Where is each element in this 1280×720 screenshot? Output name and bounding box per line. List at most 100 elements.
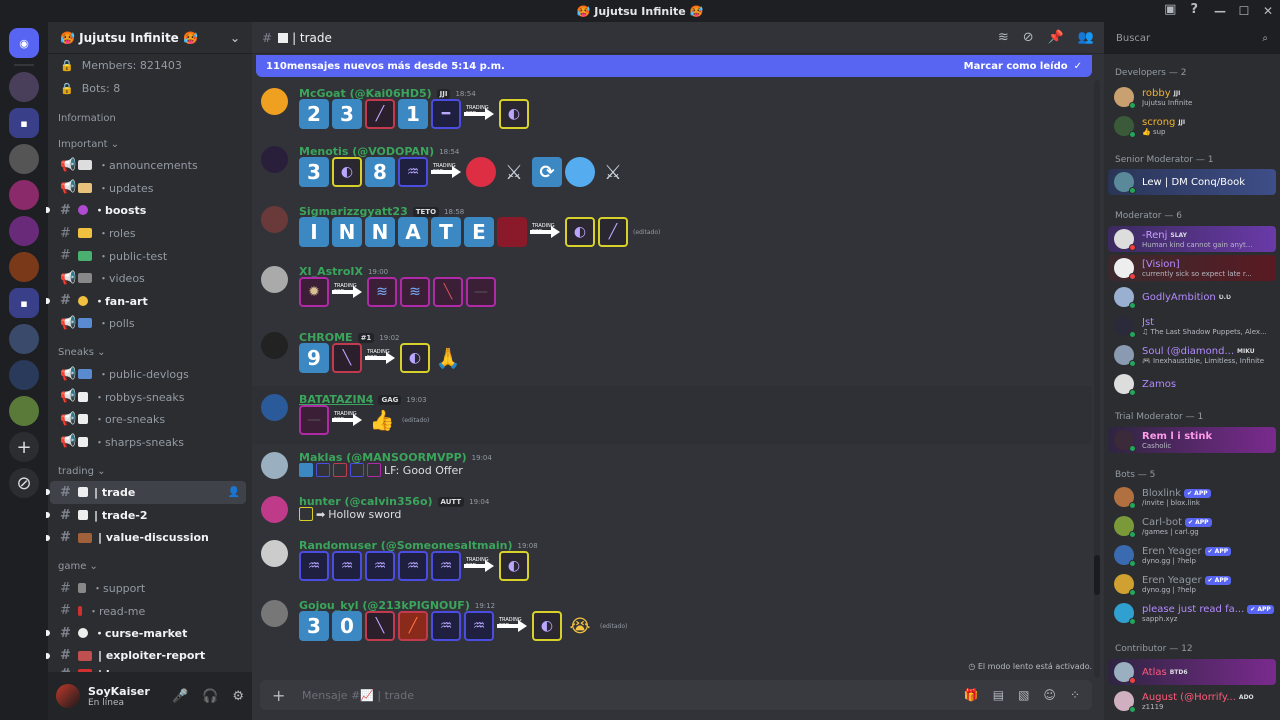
member-item[interactable]: GodlyAmbition Ʋ.Ʋ (1108, 284, 1276, 310)
category-important[interactable]: Important ⌄ (48, 134, 252, 154)
channel-updates[interactable]: 📢 ・updates (50, 177, 246, 200)
member-item[interactable]: Soul (@diamond... MIKU 🎮 Inexhaustible, Li… (1108, 342, 1276, 368)
server-icon-jujutsu[interactable] (9, 252, 39, 282)
search-input[interactable] (1116, 32, 1263, 44)
message[interactable]: Randomuser (@Someonesaltmain) 19:08 ♒ ♒ ♒… (252, 532, 1092, 592)
member-item[interactable]: Bloxlink ✔ APP/invite | blox.link (1108, 484, 1276, 510)
new-messages-bar[interactable]: 110mensajes nuevos más desde 5:14 p.m. M… (256, 55, 1092, 77)
member-item[interactable]: Atlas BTD6 (1108, 659, 1276, 685)
emoji-icon[interactable]: ☺ (1043, 688, 1056, 702)
apps-icon[interactable]: ⁘ (1070, 688, 1080, 702)
server-folder-icon[interactable]: ▪ (9, 108, 39, 138)
inbox-icon[interactable]: ▣ (1164, 2, 1176, 17)
message-scrollbar[interactable] (1094, 80, 1100, 678)
threads-icon[interactable]: ≋ (998, 30, 1009, 45)
avatar[interactable] (261, 540, 288, 567)
channel-videos[interactable]: 📢 ・videos (50, 267, 246, 290)
headphones-icon[interactable]: 🎧 (202, 689, 218, 704)
channel-trade-2[interactable]: # | trade-2 (46, 504, 246, 527)
avatar[interactable] (56, 684, 80, 708)
channel-exploiter-report[interactable]: # | exploiter-report (46, 645, 246, 668)
message[interactable]: BATATAZIN4 GAG 19:03 — TRADING FOR 👍 (edit… (252, 386, 1092, 444)
server-icon[interactable] (9, 180, 39, 210)
message[interactable]: Gojou_kyl (@213kPIGNOUF) 19:12 3 0 ╲ ╱ ♒ … (252, 592, 1092, 654)
mark-as-read-button[interactable]: Marcar como leído (964, 61, 1068, 72)
server-folder-icon[interactable]: ▪ (9, 288, 39, 318)
member-item[interactable]: Eren Yeager ✔ APP dyno.gg | ?help (1108, 571, 1276, 597)
category-information[interactable]: Information (48, 108, 252, 128)
maximize-icon[interactable]: ☐ (1232, 4, 1256, 18)
member-item[interactable]: Eren Yeager ✔ APP dyno.gg | ?help (1108, 542, 1276, 568)
member-item[interactable]: -Renj SLAY Human kind cannot gain anyt... (1108, 226, 1276, 252)
channel-read-me[interactable]: # ・read-me (50, 600, 246, 623)
channel-announcements[interactable]: 📢 ・announcements (50, 154, 246, 177)
channel-support[interactable]: # ・support (50, 577, 246, 600)
server-header[interactable]: 🥵 Jujutsu Infinite 🥵 ⌄ (48, 22, 252, 54)
member-item[interactable]: Jst ♫ The Last Shadow Puppets, Alex... (1108, 313, 1276, 339)
server-icon[interactable] (9, 216, 39, 246)
channel-fan-art[interactable]: # ・fan-art (46, 290, 246, 313)
message[interactable]: Maklas (@MANSOORMVPP) 19:04 LF: Good Offe… (252, 444, 1092, 488)
avatar[interactable] (261, 496, 288, 523)
member-item[interactable]: Zamos (1108, 371, 1276, 397)
channel-ore-sneaks[interactable]: 📢 ・ore-sneaks (50, 408, 246, 431)
message[interactable]: Sigmarizzgyatt23 TETO 18:58 I N N A T E TR… (252, 198, 1092, 258)
server-icon[interactable] (9, 360, 39, 390)
message-input[interactable] (302, 688, 964, 702)
channel-polls[interactable]: 📢 ・polls (50, 312, 246, 335)
message[interactable]: McGoat (@Kai06HD5) JJI 18:54 2 3 ╱ 1 ━ TRA… (252, 80, 1092, 138)
message[interactable]: Menotis (@VODOPAN) 18:54 3 ◐ 8 ♒ TRADING … (252, 138, 1092, 198)
discord-home-icon[interactable]: ◉ (9, 28, 39, 58)
member-item[interactable]: [Vision] currently sick so expect late r.… (1108, 255, 1276, 281)
member-item[interactable]: Lew | DM Conq/Book (1108, 169, 1276, 195)
member-item[interactable]: scrong JJI 👍 sup (1108, 113, 1276, 139)
message[interactable]: hunter (@calvin356o) AUTT 19:04 ➡ Hollow s… (252, 488, 1092, 532)
microphone-icon[interactable]: 🎤 (172, 689, 188, 704)
channel-public-devlogs[interactable]: 📢 ・public-devlogs (50, 363, 246, 386)
search-bar[interactable]: ⌕ (1110, 28, 1274, 48)
channel-trade[interactable]: # | trade 👤 (46, 481, 246, 504)
pin-icon[interactable]: 📌 (1048, 30, 1064, 45)
avatar[interactable] (261, 452, 288, 479)
channel-curse-market[interactable]: # ・curse-market (46, 622, 246, 645)
minimize-icon[interactable]: — (1208, 4, 1232, 18)
channel-robbys-sneaks[interactable]: 📢 ・robbys-sneaks (50, 385, 246, 408)
channel-value-discussion[interactable]: # | value-discussion (46, 526, 246, 549)
category-game[interactable]: game ⌄ (48, 557, 252, 577)
gift-icon[interactable]: 🎁 (964, 688, 979, 702)
avatar[interactable] (261, 332, 288, 359)
message[interactable]: XI_AstroIX 19:00 ✹ TRADING FOR ≋ ≋ ╲ — (252, 258, 1092, 324)
add-server-icon[interactable]: + (9, 432, 39, 462)
category-sneaks[interactable]: Sneaks ⌄ (48, 343, 252, 363)
scrollbar-thumb[interactable] (1094, 555, 1100, 595)
avatar[interactable] (261, 88, 288, 115)
sticker-icon[interactable]: ▧ (1018, 688, 1029, 702)
search-icon[interactable]: ⌕ (1262, 33, 1268, 44)
member-item[interactable]: please just read fa... ✔ APP sapph.xyz (1108, 600, 1276, 626)
gif-icon[interactable]: ▤ (993, 688, 1004, 702)
avatar[interactable] (261, 600, 288, 627)
member-list-icon[interactable]: 👥 (1078, 30, 1094, 45)
member-item[interactable]: robby JJI Jujutsu Infinite (1108, 84, 1276, 110)
category-trading[interactable]: trading ⌄ (48, 461, 252, 481)
channel-sharps-sneaks[interactable]: 📢 ・sharps-sneaks (50, 431, 246, 454)
add-member-icon[interactable]: 👤 (228, 487, 240, 498)
discover-icon[interactable]: ⊘ (9, 468, 39, 498)
message[interactable]: CHROME #1 19:02 9 ╲ TRADING FOR ◐ 🙏 (252, 324, 1092, 386)
channel-roles[interactable]: # ・roles (50, 222, 246, 245)
avatar[interactable] (261, 394, 288, 421)
channel-public-test[interactable]: # ・public-test (50, 244, 246, 267)
gear-icon[interactable]: ⚙ (232, 689, 244, 704)
avatar[interactable] (261, 266, 288, 293)
notification-bell-muted-icon[interactable]: ⊘ (1023, 30, 1034, 45)
attach-plus-icon[interactable]: + (272, 686, 290, 705)
member-item[interactable]: August (@Horrify... ADO z1119 (1108, 688, 1276, 714)
help-icon[interactable]: ? (1190, 2, 1198, 17)
avatar[interactable] (261, 206, 288, 233)
close-icon[interactable]: ✕ (1256, 4, 1280, 18)
server-icon[interactable] (9, 324, 39, 354)
server-icon[interactable] (9, 396, 39, 426)
server-icon[interactable] (9, 144, 39, 174)
member-item[interactable]: Rem l i stink Casholic (1108, 427, 1276, 453)
member-item[interactable]: Carl-bot ✔ APP/games | carl.gg (1108, 513, 1276, 539)
